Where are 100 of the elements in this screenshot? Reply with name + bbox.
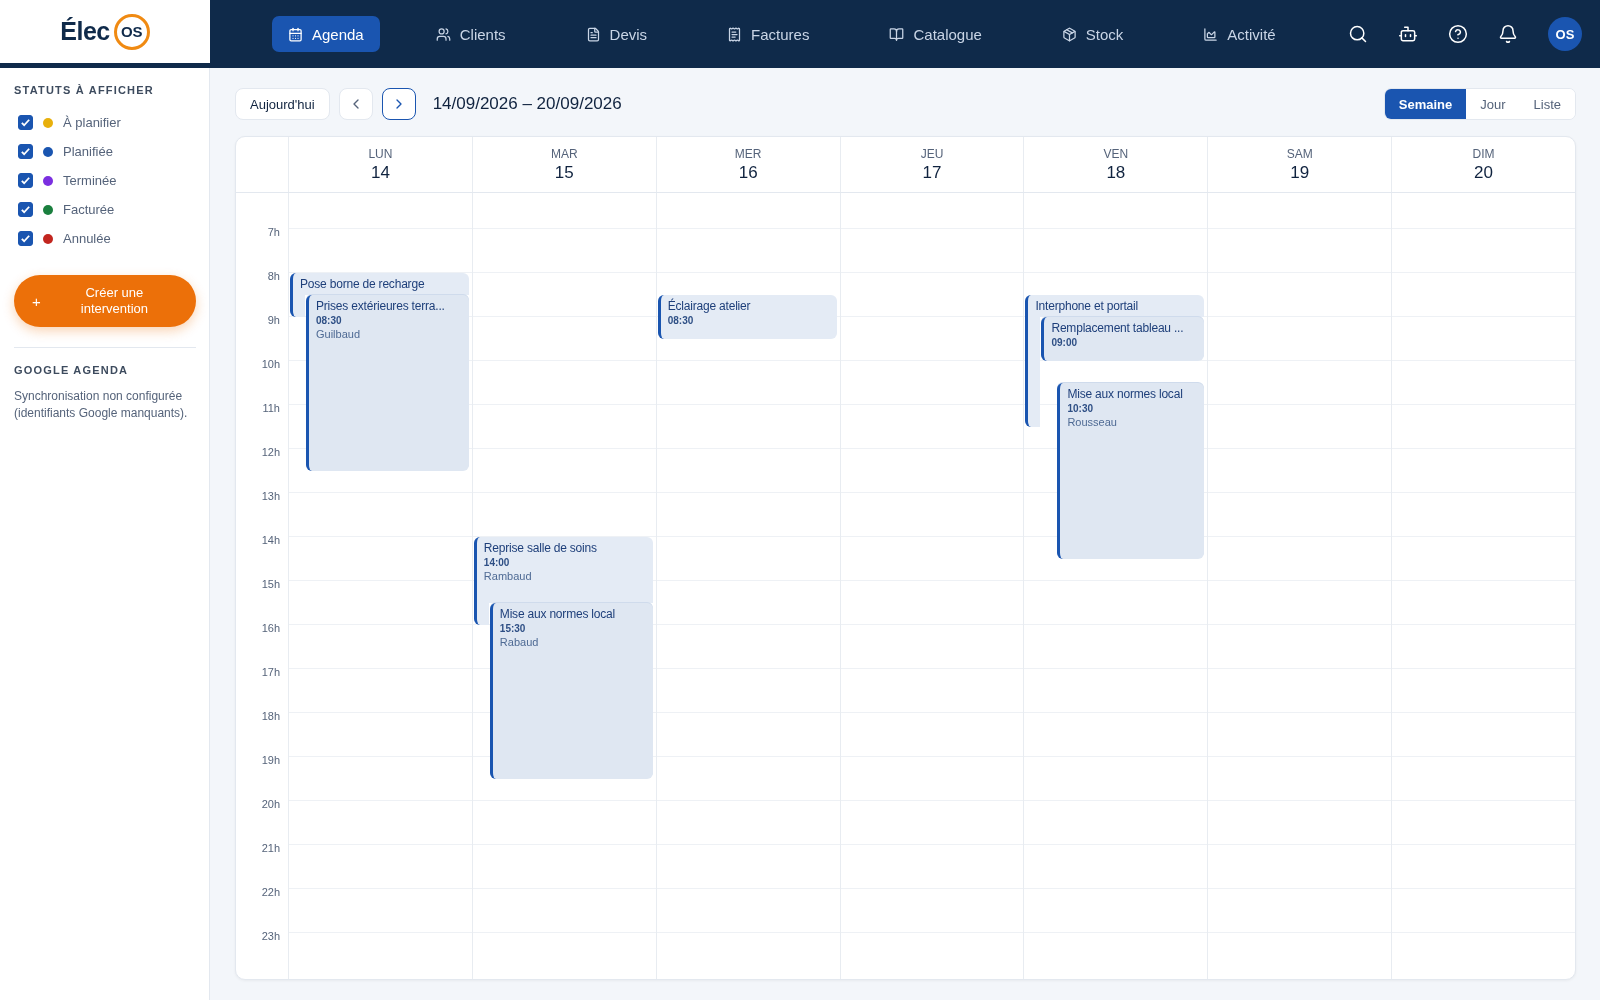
calendar-event[interactable]: Interphone et portail [1025,295,1205,317]
event-title: Prises extérieures terra... [316,298,446,314]
nav-tab[interactable]: Devis [569,16,664,52]
event-technician: Guilbaud [316,328,362,341]
event-time: 15:30 [499,622,527,636]
day-date: 15 [554,162,574,183]
day-date: 20 [1474,162,1494,183]
event-title: Mise aux normes local [499,606,617,622]
calendar-event[interactable]: Reprise salle de soins 14:00 Rambaud [473,537,653,603]
hour-label: 19h [261,754,280,766]
check-icon [20,233,31,244]
day-name: MAR [550,146,578,161]
status-label: À planifier [63,115,121,130]
section-title: GOOGLE AGENDA [14,364,130,376]
hour-label: 10h [261,358,280,370]
event-time: 10:30 [1067,402,1094,416]
receipt-icon [727,26,743,42]
hour-label: 23h [261,930,280,942]
hour-label: 21h [261,842,280,854]
help-icon [1448,24,1468,44]
next-button[interactable] [381,88,416,120]
event-title: Reprise salle de soins [483,540,598,556]
book-icon [889,26,905,42]
hour-label: 9h [267,314,280,326]
event-title: Interphone et portail [1035,298,1139,314]
status-checkbox[interactable] [18,202,33,217]
day-name: DIM [1472,146,1495,161]
robot-icon [1398,24,1418,44]
hour-label: 13h [261,490,280,502]
day-name: SAM [1286,146,1313,161]
hour-label: 17h [261,666,280,678]
status-checkbox[interactable] [18,115,33,130]
hour-label: 16h [261,622,280,634]
event-time: 08:30 [316,314,343,328]
event-time: 08:30 [667,314,695,328]
event-technician: Rambaud [483,570,533,583]
nav-tab[interactable]: Clients [419,16,522,52]
nav-tab[interactable]: Agenda [272,16,380,52]
today-button[interactable]: Aujourd'hui [235,88,330,120]
hour-label: 7h [267,226,280,238]
user-avatar[interactable]: OS [1548,17,1582,51]
hour-label: 12h [261,446,280,458]
event-edge [290,295,305,317]
nav-tab[interactable]: Catalogue [873,16,998,52]
search-icon [1348,24,1368,44]
status-label: Annulée [63,231,111,246]
check-icon [20,117,31,128]
event-time: 09:00 [1051,336,1078,350]
day-date: 19 [1290,162,1310,183]
hour-label: 15h [261,578,280,590]
day-name: JEU [920,146,944,161]
logo-text: Élec [60,17,110,46]
event-title: Pose borne de recharge [300,276,426,292]
day-name: VEN [1103,146,1129,161]
section-title: STATUTS À AFFICHER [14,84,155,96]
check-icon [20,146,31,157]
chart-icon [1203,26,1219,42]
nav-tab[interactable]: Stock [1045,16,1140,52]
day-name: MER [734,146,762,161]
box-icon [1061,26,1077,42]
day-date: 18 [1106,162,1126,183]
view-tab[interactable]: Semaine [1384,89,1467,119]
check-icon [20,204,31,215]
day-date: 17 [922,162,942,183]
calendar-event[interactable]: Remplacement tableau ... 09:00 [1041,317,1205,361]
event-technician: Rabaud [499,636,540,649]
bell-icon [1498,24,1518,44]
calendar-icon [288,26,303,42]
event-title: Mise aux normes local [1067,386,1184,402]
hour-label: 22h [261,886,280,898]
status-label: Planifiée [63,144,113,159]
calendar-event[interactable]: Mise aux normes local 10:30 Rousseau [1057,383,1205,559]
event-technician: Rousseau [1067,416,1118,429]
hour-label: 20h [261,798,280,810]
event-title: Remplacement tableau ... [1051,320,1185,336]
status-label: Terminée [63,173,117,188]
users-icon [435,26,451,42]
calendar-event[interactable]: Éclairage atelier 08:30 [657,295,837,339]
event-edge [473,603,489,625]
nav-tab[interactable]: Factures [711,16,826,52]
hour-label: 14h [261,534,280,546]
nav-tab[interactable]: Activité [1187,16,1292,52]
status-checkbox[interactable] [18,231,33,246]
day-name: LUN [368,146,393,161]
document-icon [585,26,601,42]
calendar-event[interactable]: Pose borne de recharge [290,273,469,295]
hour-label: 18h [261,710,280,722]
day-date: 16 [738,162,758,183]
logo-badge: OS [113,13,150,50]
status-label: Facturée [63,202,115,217]
status-checkbox[interactable] [18,173,33,188]
check-icon [20,175,31,186]
event-title: Éclairage atelier [667,298,752,314]
hour-label: 11h [262,402,280,414]
hour-label: 8h [267,270,280,282]
date-range: 14/09/2026 – 20/09/2026 [432,94,622,114]
status-checkbox[interactable] [18,144,33,159]
calendar-event[interactable]: Prises extérieures terra... 08:30 Guilbaud [306,295,469,471]
sync-note: Synchronisation non configurée (identifiants Google manquants). [14,388,189,422]
calendar-event[interactable]: Mise aux normes local 15:30 Rabaud [489,603,653,779]
